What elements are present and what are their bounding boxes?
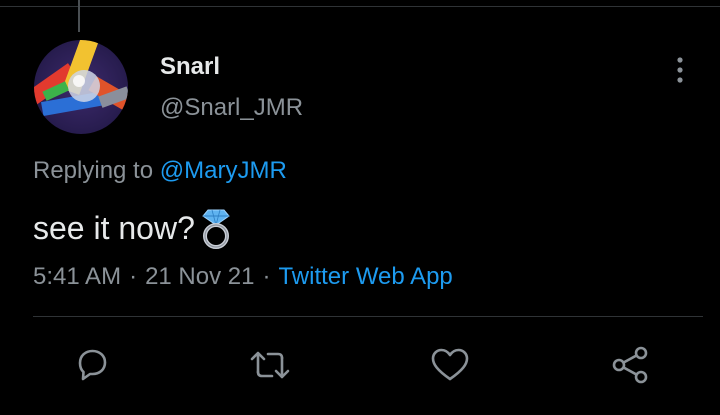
meta-separator: · (129, 263, 138, 290)
tweet-meta: 5:41 AM · 21 Nov 21 · Twitter Web App (33, 263, 453, 291)
author-handle[interactable]: @Snarl_JMR (160, 94, 303, 122)
reply-context: Replying to @MaryJMR (33, 157, 287, 185)
thread-line (78, 0, 80, 32)
author-display-name[interactable]: Snarl (160, 53, 220, 81)
retweet-icon (248, 345, 292, 390)
retweet-button[interactable] (248, 345, 292, 389)
actions-divider (33, 316, 703, 317)
avatar[interactable] (34, 40, 128, 134)
like-button[interactable] (428, 345, 472, 389)
reply-button[interactable] (70, 345, 114, 389)
share-button[interactable] (608, 345, 652, 389)
share-icon (609, 345, 651, 390)
reply-icon (72, 345, 112, 390)
top-border (0, 6, 720, 7)
reply-mention-link[interactable]: @MaryJMR (160, 157, 287, 184)
heart-icon (429, 345, 471, 390)
ring-icon (199, 207, 233, 249)
meta-separator: · (262, 263, 271, 290)
tweet-source-link[interactable]: Twitter Web App (278, 263, 452, 290)
reply-prefix: Replying to (33, 157, 154, 184)
more-vertical-icon[interactable] (670, 56, 690, 84)
tweet-text-content: see it now? (33, 209, 195, 246)
tweet-text: see it now? (33, 207, 233, 249)
tweet-date[interactable]: 21 Nov 21 (145, 263, 254, 290)
tweet-time[interactable]: 5:41 AM (33, 263, 121, 290)
